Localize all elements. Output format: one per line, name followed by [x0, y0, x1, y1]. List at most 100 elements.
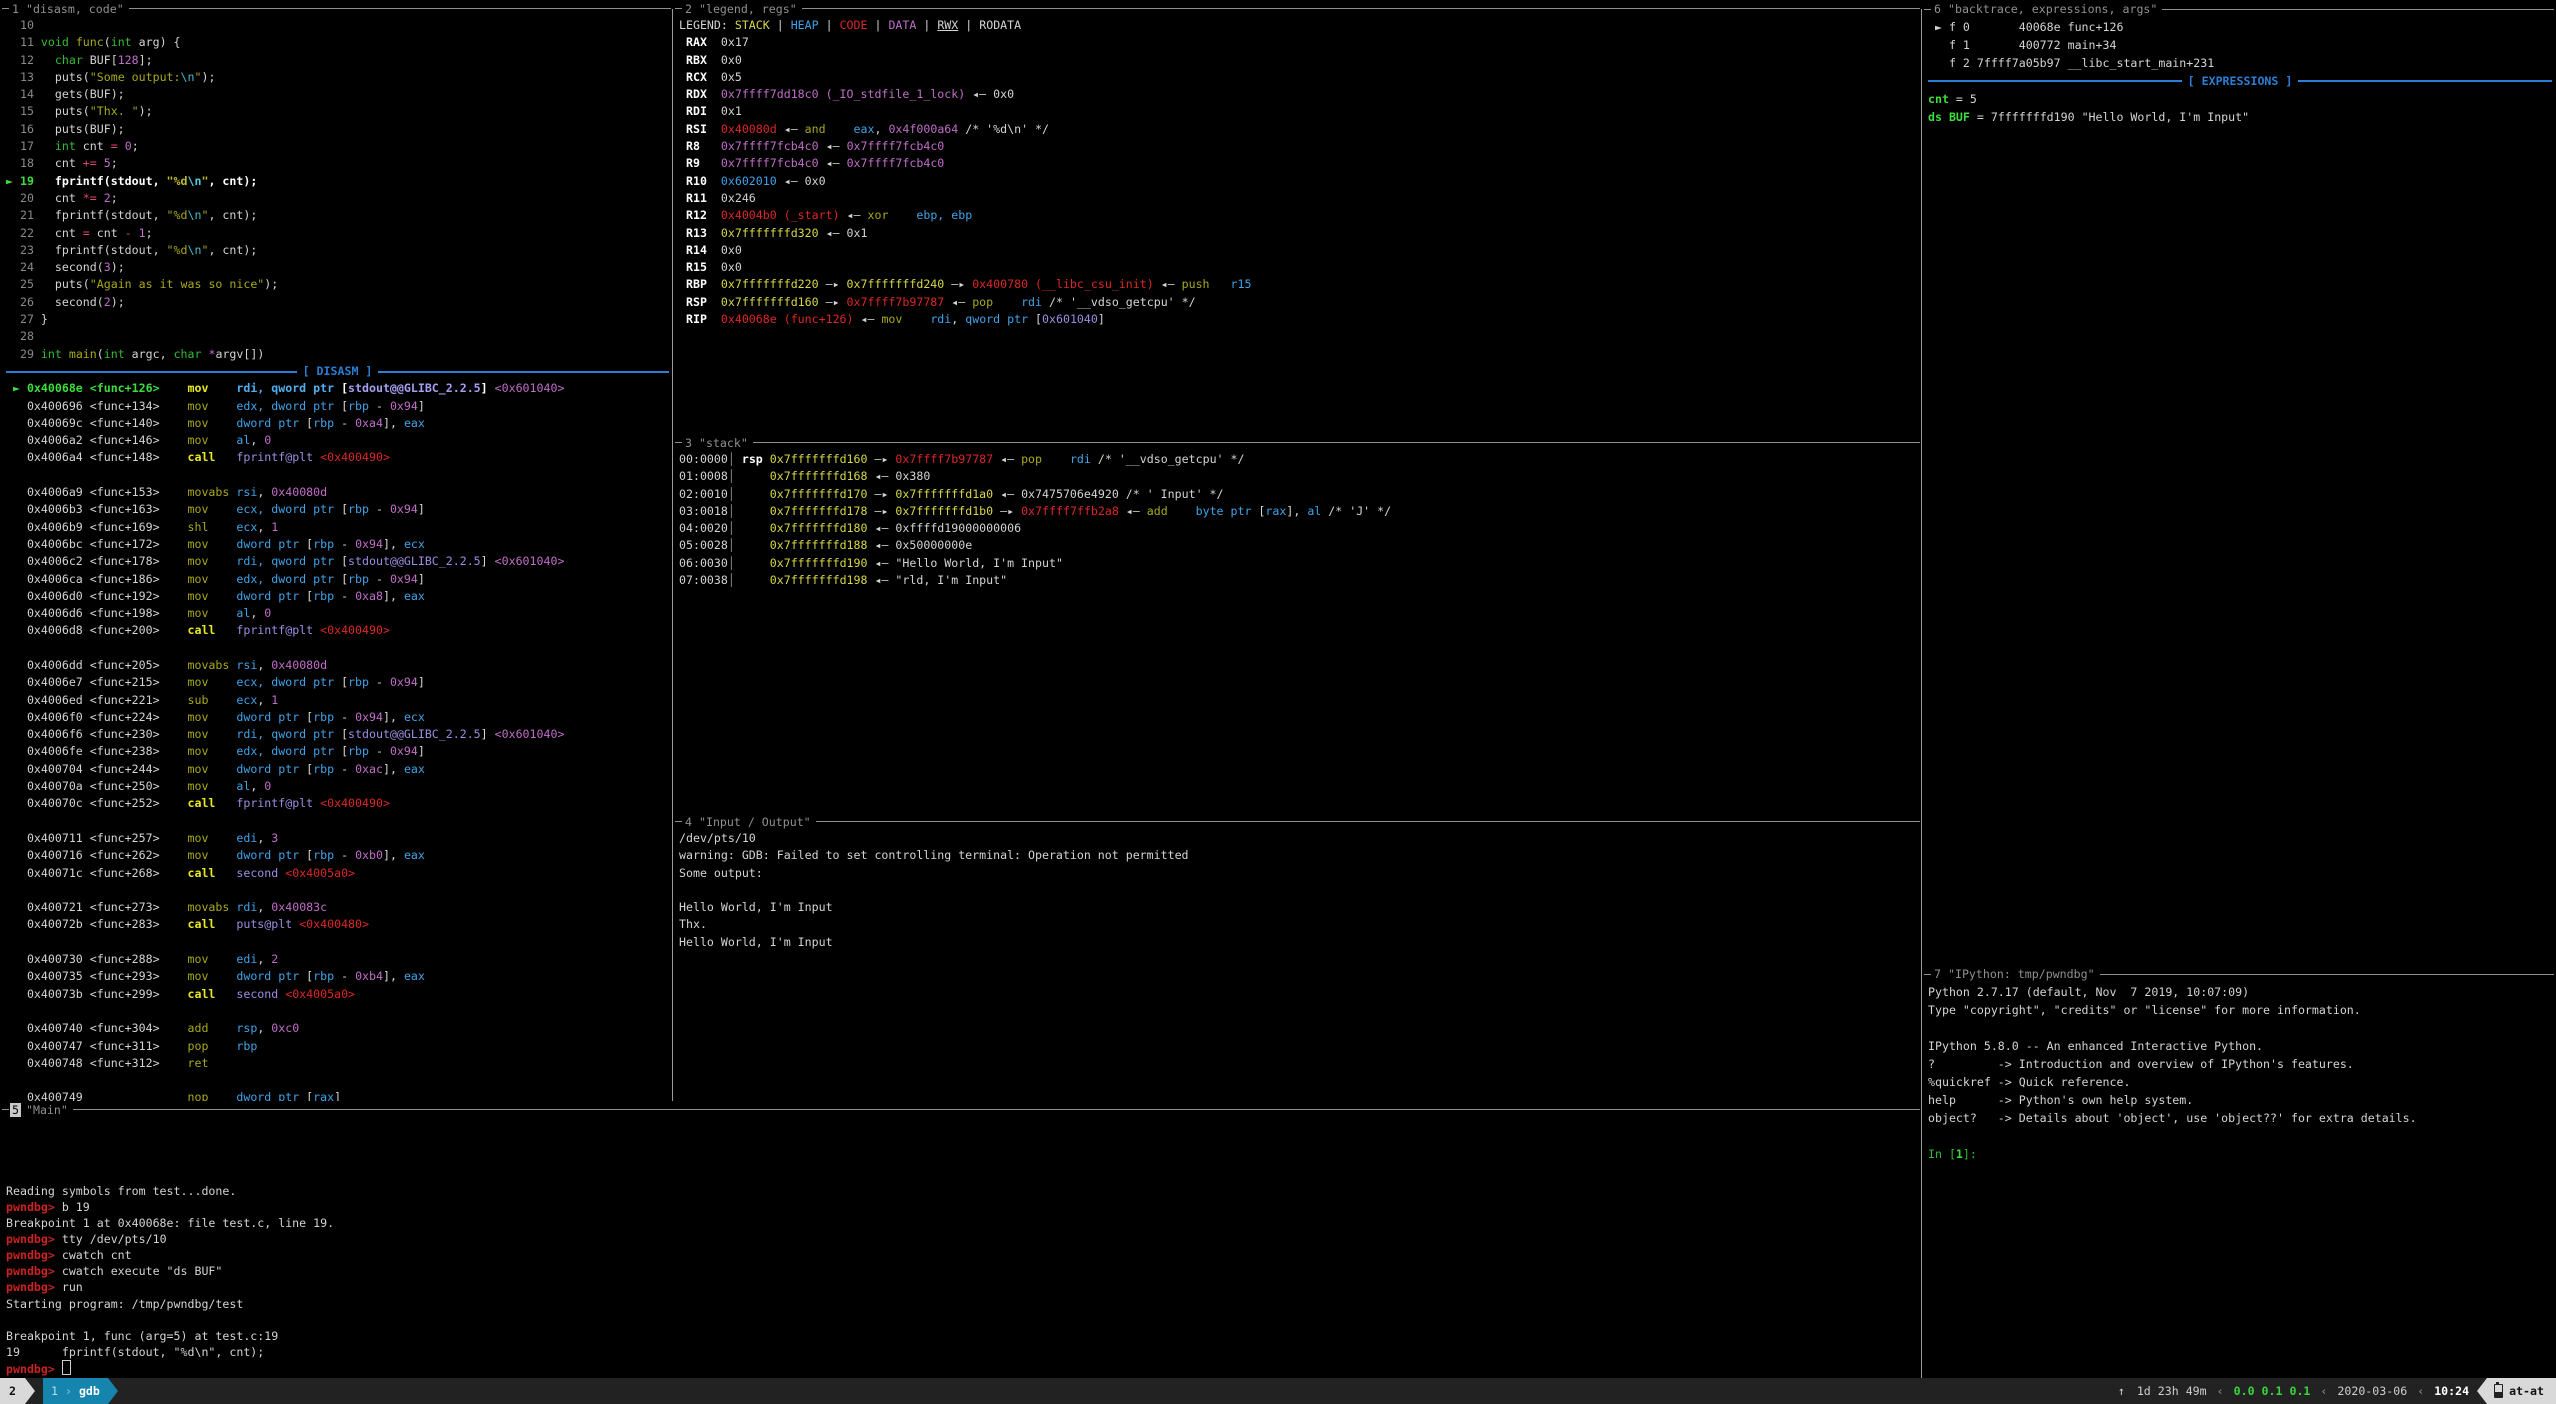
- terminal-line: 29 int main(int argc, char *argv[]): [6, 346, 673, 363]
- pane-title-bar: 4"Input / Output": [673, 813, 1922, 830]
- terminal-line: R12 0x4004b0 (_start) ◂— xor ebp, ebp: [679, 207, 1922, 224]
- terminal-line: [6, 1118, 1922, 1134]
- terminal-line: 0x4006ca <func+186> mov edx, dword ptr […: [6, 571, 673, 588]
- title-line: [675, 8, 682, 9]
- program-io-content[interactable]: /dev/pts/10warning: GDB: Failed to set c…: [673, 830, 1922, 951]
- uptime-arrow-icon: ↑: [2118, 1384, 2125, 1398]
- terminal-line: 0x40070a <func+250> mov al, 0: [6, 778, 673, 795]
- terminal-line: Reading symbols from test...done.: [6, 1183, 1922, 1199]
- terminal-line: 04:0020│ 0x7fffffffd180 ◂— 0xffffd190000…: [679, 520, 1922, 537]
- stack-content[interactable]: 00:0000│ rsp 0x7fffffffd160 —▸ 0x7ffff7b…: [673, 451, 1922, 589]
- terminal-line: pwndbg>: [6, 1360, 1922, 1376]
- terminal-line: [6, 1134, 1922, 1150]
- terminal-line: ► 0x40068e <func+126> mov rdi, qword ptr…: [6, 380, 673, 397]
- pane-title: "backtrace, expressions, args": [1948, 2, 2157, 16]
- ipython-content[interactable]: Python 2.7.17 (default, Nov 7 2019, 10:0…: [1922, 983, 2556, 1163]
- pane-disasm-code: 1"disasm, code" 10 11 void func(int arg)…: [0, 0, 673, 1101]
- pane-title: "Input / Output": [699, 815, 811, 829]
- title-line: [129, 8, 671, 9]
- pane-title-bar: 7"IPython: tmp/pwndbg": [1922, 965, 2556, 983]
- gdb-console-content[interactable]: Reading symbols from test...done. pwndbg>…: [0, 1118, 1922, 1376]
- terminal-line: pwndbg> cwatch execute "ds BUF": [6, 1263, 1922, 1279]
- terminal-line: RCX 0x5: [679, 69, 1922, 86]
- pane-ipython: 7"IPython: tmp/pwndbg" Python 2.7.17 (de…: [1922, 965, 2556, 1378]
- powerline-arrow-icon: [2477, 1378, 2487, 1404]
- terminal-line: 0x4006d8 <func+200> call fprintf@plt <0x…: [6, 622, 673, 639]
- title-line: [2, 1109, 9, 1110]
- window-tab-gdb[interactable]: 1 › gdb: [43, 1378, 108, 1404]
- pane-title-bar: 3"stack": [673, 434, 1922, 451]
- terminal-line: Hello World, I'm Input: [679, 934, 1922, 951]
- status-right-section: ↑ 1d 23h 49m ‹ 0.0 0.1 0.1 ‹ 2020-03-06 …: [2118, 1378, 2556, 1404]
- terminal-line: 0x400749 nop dword ptr [rax]: [6, 1089, 673, 1101]
- powerline-arrow-icon: [108, 1378, 118, 1404]
- terminal-line: R10 0x602010 ◂— 0x0: [679, 173, 1922, 190]
- terminal-line: 0x4006ed <func+221> sub ecx, 1: [6, 692, 673, 709]
- title-line: [1924, 974, 1931, 975]
- terminal-line: 0x400748 <func+312> ret: [6, 1055, 673, 1072]
- terminal-line: 17 int cnt = 0;: [6, 138, 673, 155]
- terminal-line: [679, 882, 1922, 899]
- terminal-line: Python 2.7.17 (default, Nov 7 2019, 10:0…: [1928, 983, 2556, 1001]
- terminal-line: [6, 934, 673, 951]
- section-separator-label: [ EXPRESSIONS ]: [2188, 72, 2293, 90]
- title-line: [753, 442, 1920, 443]
- title-line: [2162, 9, 2554, 10]
- terminal-line: [ EXPRESSIONS ]: [1928, 72, 2556, 90]
- pane-title: "legend, regs": [699, 2, 797, 16]
- terminal-line: 00:0000│ rsp 0x7fffffffd160 —▸ 0x7ffff7b…: [679, 451, 1922, 468]
- terminal-line: LEGEND: STACK | HEAP | CODE | DATA | RWX…: [679, 17, 1922, 34]
- terminal-line: 01:0008│ 0x7fffffffd168 ◂— 0x380: [679, 468, 1922, 485]
- uptime-text: 1d 23h 49m: [2137, 1384, 2207, 1398]
- terminal-line: Some output:: [679, 865, 1922, 882]
- terminal-line: 14 gets(BUF);: [6, 86, 673, 103]
- title-line: [2100, 974, 2554, 975]
- terminal-line: /dev/pts/10: [679, 830, 1922, 847]
- registers-content[interactable]: LEGEND: STACK | HEAP | CODE | DATA | RWX…: [673, 17, 1922, 328]
- terminal-line: Hello World, I'm Input: [679, 899, 1922, 916]
- pane-title: "disasm, code": [26, 2, 124, 16]
- terminal-line: 10: [6, 17, 673, 34]
- window-separator-icon: ›: [65, 1378, 72, 1404]
- text-cursor: [62, 1360, 71, 1375]
- terminal-line: R13 0x7fffffffd320 ◂— 0x1: [679, 225, 1922, 242]
- terminal-line: 0x400696 <func+134> mov edx, dword ptr […: [6, 398, 673, 415]
- terminal-line: object? -> Details about 'object', use '…: [1928, 1109, 2556, 1127]
- terminal-line: R9 0x7ffff7fcb4c0 ◂— 0x7ffff7fcb4c0: [679, 155, 1922, 172]
- tmux-status-bar: 2 1 › gdb ↑ 1d 23h 49m ‹ 0.0 0.1 0.1 ‹ 2…: [0, 1378, 2556, 1404]
- terminal-line: Starting program: /tmp/pwndbg/test: [6, 1296, 1922, 1312]
- terminal-line: [6, 882, 673, 899]
- terminal-line: RDI 0x1: [679, 103, 1922, 120]
- terminal-line: 0x40072b <func+283> call puts@plt <0x400…: [6, 916, 673, 933]
- pane-number-active: 5: [10, 1103, 21, 1117]
- session-index-segment[interactable]: 2: [0, 1378, 25, 1404]
- terminal-line: [6, 1166, 1922, 1182]
- terminal-line: 16 puts(BUF);: [6, 121, 673, 138]
- terminal-line: 02:0010│ 0x7fffffffd170 —▸ 0x7fffffffd1a…: [679, 486, 1922, 503]
- terminal-line: [1928, 1127, 2556, 1145]
- terminal-line: [6, 1072, 673, 1089]
- terminal-line: R15 0x0: [679, 259, 1922, 276]
- terminal-line: 05:0028│ 0x7fffffffd188 ◂— 0x50000000e: [679, 537, 1922, 554]
- terminal-line: 23 fprintf(stdout, "%d\n", cnt);: [6, 242, 673, 259]
- disasm-code-content[interactable]: 10 11 void func(int arg) { 12 char BUF[1…: [0, 17, 673, 1101]
- terminal-line: RDX 0x7ffff7dd18c0 (_IO_stdfile_1_lock) …: [679, 86, 1922, 103]
- terminal-line: ► f 0 40068e func+126: [1928, 18, 2556, 36]
- terminal-line: R11 0x246: [679, 190, 1922, 207]
- pane-border-vertical-left[interactable]: [672, 9, 673, 1101]
- backtrace-content[interactable]: ► f 0 40068e func+126 f 1 400772 main+34…: [1922, 18, 2556, 126]
- terminal-line: 15 puts("Thx. ");: [6, 103, 673, 120]
- terminal-line: 0x4006dd <func+205> movabs rsi, 0x40080d: [6, 657, 673, 674]
- window-name: gdb: [79, 1378, 100, 1404]
- pane-number: 2: [683, 2, 694, 16]
- terminal-line: Thx.: [679, 916, 1922, 933]
- terminal-line: 0x4006fe <func+238> mov edx, dword ptr […: [6, 743, 673, 760]
- pane-backtrace-expressions-args: 6"backtrace, expressions, args" ► f 0 40…: [1922, 0, 2556, 965]
- terminal-line: [6, 813, 673, 830]
- terminal-line: ds BUF = 7fffffffd190 "Hello World, I'm …: [1928, 108, 2556, 126]
- terminal-line: In [1]:: [1928, 1145, 2556, 1163]
- terminal-line: 0x4006b9 <func+169> shl ecx, 1: [6, 519, 673, 536]
- terminal-line: [6, 1150, 1922, 1166]
- terminal-line: [ DISASM ]: [6, 363, 673, 380]
- pane-border-vertical-right[interactable]: [1921, 9, 1922, 1378]
